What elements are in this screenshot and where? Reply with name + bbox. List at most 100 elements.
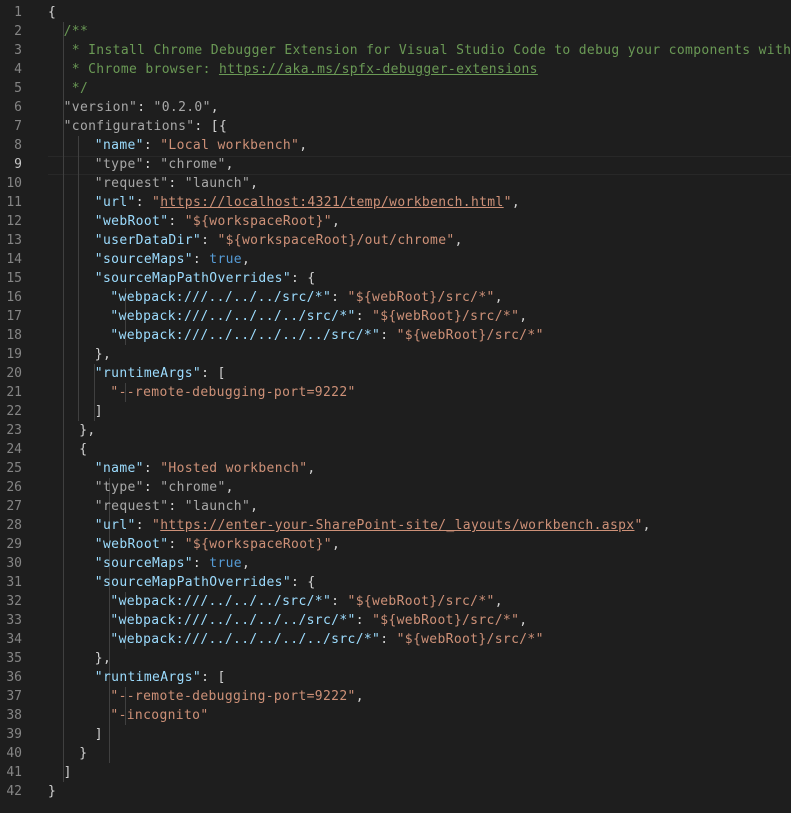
code-line[interactable]: }, <box>95 345 111 364</box>
code-token: , <box>355 689 364 704</box>
code-token: "launch" <box>184 499 251 514</box>
code-token: "name" <box>94 138 144 153</box>
code-token: "chrome" <box>160 157 226 172</box>
code-line[interactable]: "webRoot": "${workspaceRoot}", <box>95 212 340 231</box>
code-token: : <box>143 157 161 172</box>
code-line[interactable]: "webpack:///../../../src/*": "${webRoot}… <box>110 288 503 307</box>
code-token: , <box>494 290 503 305</box>
code-line[interactable]: ] <box>95 402 103 421</box>
code-line[interactable]: "sourceMaps": true, <box>95 554 250 573</box>
line-number: 11 <box>6 195 22 210</box>
line-number: 27 <box>6 499 22 514</box>
code-token: : <box>192 252 210 267</box>
code-line[interactable]: } <box>79 744 87 763</box>
code-token: , <box>642 518 651 533</box>
code-line[interactable]: "sourceMaps": true, <box>95 250 250 269</box>
code-token: "--remote-debugging-port=9222" <box>110 385 356 400</box>
code-line[interactable]: "webpack:///../../../src/*": "${webRoot}… <box>110 592 503 611</box>
code-token: "url" <box>94 195 136 210</box>
code-token: "userDataDir" <box>94 233 202 248</box>
code-line[interactable]: ] <box>64 763 72 782</box>
code-line[interactable]: { <box>48 3 56 22</box>
code-token: " <box>152 518 161 533</box>
code-line[interactable]: ] <box>95 725 103 744</box>
code-line[interactable]: /** <box>64 22 89 41</box>
code-token: "chrome" <box>160 480 226 495</box>
code-line[interactable]: "version": "0.2.0", <box>64 98 219 117</box>
code-line[interactable]: "sourceMapPathOverrides": { <box>95 573 316 592</box>
code-line[interactable]: * Install Chrome Debugger Extension for … <box>64 41 791 60</box>
code-line[interactable]: "name": "Hosted workbench", <box>95 459 316 478</box>
code-token: "launch" <box>184 176 251 191</box>
line-number: 18 <box>6 328 22 343</box>
code-line[interactable]: "configurations": [{ <box>64 117 228 136</box>
code-line[interactable]: "request": "launch", <box>95 174 259 193</box>
code-token: : <box>168 499 185 514</box>
code-line[interactable]: } <box>48 782 56 801</box>
code-link[interactable]: https://enter-your-SharePoint-site/_layo… <box>160 518 634 533</box>
code-line[interactable]: "webpack:///../../../../../src/*": "${we… <box>110 630 543 649</box>
code-line[interactable]: }, <box>79 421 95 440</box>
code-line[interactable]: "sourceMapPathOverrides": { <box>95 269 316 288</box>
code-line[interactable]: "url": "https://enter-your-SharePoint-si… <box>95 516 651 535</box>
code-token: "${workspaceRoot}" <box>184 214 332 229</box>
code-link[interactable]: https://localhost:4321/temp/workbench.ht… <box>160 195 503 210</box>
line-number: 16 <box>6 290 22 305</box>
code-line[interactable]: * Chrome browser: https://aka.ms/spfx-de… <box>64 60 538 79</box>
code-token: ] <box>94 404 103 419</box>
code-line[interactable]: "url": "https://localhost:4321/temp/work… <box>95 193 520 212</box>
line-number: 39 <box>6 727 22 742</box>
code-line[interactable]: "request": "launch", <box>95 497 259 516</box>
code-token: }, <box>94 651 112 666</box>
code-line[interactable]: "webpack:///../../../../src/*": "${webRo… <box>110 307 527 326</box>
line-number: 2 <box>14 24 22 39</box>
code-token: , <box>331 537 341 552</box>
code-token: : <box>355 309 373 324</box>
code-token: , <box>225 480 234 495</box>
line-number: 19 <box>6 347 22 362</box>
code-editor[interactable]: 1 2 3 4 5 6 7 8 9 10 11 12 13 14 15 16 17 18 19 20 21 22 23 24 2… <box>0 0 791 813</box>
line-number: 10 <box>6 176 22 191</box>
line-number: 40 <box>6 746 22 761</box>
code-line[interactable]: }, <box>95 649 111 668</box>
line-number: 14 <box>6 252 22 267</box>
line-number: 1 <box>14 5 22 20</box>
code-token: "sourceMapPathOverrides" <box>94 575 292 590</box>
code-token: : <box>355 613 373 628</box>
code-token: "sourceMaps" <box>94 252 193 267</box>
code-token: : <box>143 461 161 476</box>
code-token: "configurations" <box>63 119 195 134</box>
code-line[interactable]: "type": "chrome", <box>95 478 234 497</box>
code-token: : { <box>291 271 316 286</box>
code-token: : { <box>291 575 316 590</box>
indent-guide <box>62 22 64 782</box>
code-line[interactable]: "runtimeArgs": [ <box>95 668 226 687</box>
code-line[interactable]: "userDataDir": "${workspaceRoot}/out/chr… <box>95 231 463 250</box>
code-line[interactable]: "runtimeArgs": [ <box>95 364 226 383</box>
code-token: " <box>503 195 512 210</box>
code-area[interactable]: { /** * Install Chrome Debugger Extension… <box>48 0 791 813</box>
code-token: , <box>511 195 521 210</box>
line-number: 38 <box>6 708 22 723</box>
code-token: true <box>209 556 242 571</box>
code-line[interactable]: "type": "chrome", <box>95 155 234 174</box>
code-token: "webpack:///../../../../src/*" <box>110 613 356 628</box>
code-line[interactable]: "webpack:///../../../../../src/*": "${we… <box>110 326 543 345</box>
code-line[interactable]: { <box>79 440 87 459</box>
code-token: : <box>201 233 218 248</box>
code-line[interactable]: "webpack:///../../../../src/*": "${webRo… <box>110 611 527 630</box>
line-number: 6 <box>14 100 22 115</box>
code-line[interactable]: "webRoot": "${workspaceRoot}", <box>95 535 340 554</box>
code-line[interactable]: "-incognito" <box>110 706 208 725</box>
code-line[interactable]: "--remote-debugging-port=9222" <box>110 383 355 402</box>
line-number: 15 <box>6 271 22 286</box>
code-token: "${webRoot}/src/*" <box>372 613 520 628</box>
code-line[interactable]: */ <box>64 79 89 98</box>
code-link[interactable]: https://aka.ms/spfx-debugger-extensions <box>219 62 538 77</box>
code-line[interactable]: "--remote-debugging-port=9222", <box>110 687 364 706</box>
code-token: " <box>152 195 161 210</box>
code-token: "${workspaceRoot}" <box>184 537 332 552</box>
line-number: 12 <box>6 214 22 229</box>
code-token: : [{ <box>194 119 228 134</box>
code-line[interactable]: "name": "Local workbench", <box>95 136 308 155</box>
